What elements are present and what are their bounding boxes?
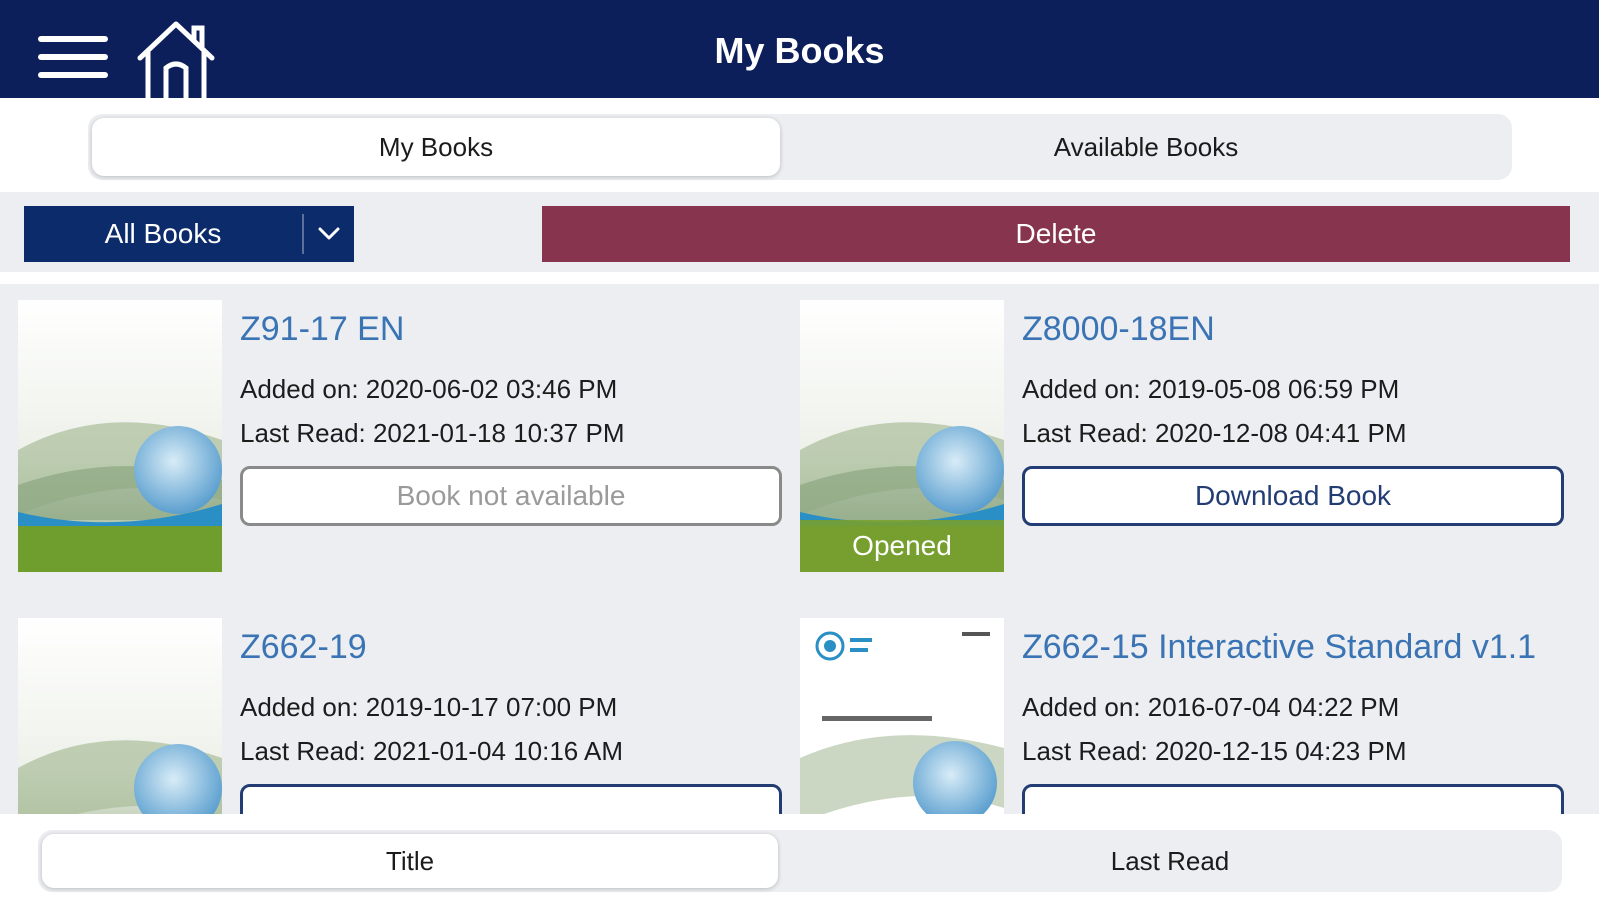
book-title-link[interactable]: Z8000-18EN <box>1022 310 1215 349</box>
opened-badge: Opened <box>800 520 1004 572</box>
library-tab-bar: My Books Available Books <box>0 98 1599 192</box>
book-added-date: Added on: 2016-07-04 04:22 PM <box>1022 692 1400 722</box>
book-item: Opened Z8000-18EN Added on: 2019-05-08 0… <box>800 284 1590 572</box>
sort-segmented-control: Title Last Read <box>38 830 1562 892</box>
app-header: My Books <box>0 0 1599 98</box>
book-added-date: Added on: 2019-10-17 07:00 PM <box>240 692 618 722</box>
book-item: Z662-19 Added on: 2019-10-17 07:00 PM La… <box>18 596 808 814</box>
book-title-link[interactable]: Z662-15 Interactive Standard v1.1 <box>1022 628 1536 667</box>
book-filter-dropdown[interactable]: All Books <box>24 206 354 262</box>
book-action-button[interactable] <box>240 784 782 814</box>
delete-button[interactable]: Delete <box>542 206 1570 262</box>
book-item: Z662-15 Interactive Standard v1.1 Added … <box>800 596 1590 814</box>
tab-available-books[interactable]: Available Books <box>784 118 1508 176</box>
segmented-control: My Books Available Books <box>88 114 1512 180</box>
book-item: Z91-17 EN Added on: 2020-06-02 03:46 PM … <box>18 284 808 572</box>
chevron-down-icon <box>304 206 354 262</box>
book-last-read: Last Read: 2020-12-08 04:41 PM <box>1022 418 1407 448</box>
book-list: Z91-17 EN Added on: 2020-06-02 03:46 PM … <box>0 284 1599 814</box>
action-bar: All Books Delete <box>0 192 1599 278</box>
book-title-link[interactable]: Z662-19 <box>240 628 367 667</box>
book-added-date: Added on: 2020-06-02 03:46 PM <box>240 374 618 404</box>
tab-my-books[interactable]: My Books <box>92 118 780 176</box>
sort-tab-title[interactable]: Title <box>42 834 778 888</box>
filter-selected-value: All Books <box>104 218 222 249</box>
download-book-button[interactable]: Download Book <box>1022 466 1564 526</box>
book-last-read: Last Read: 2020-12-15 04:23 PM <box>1022 736 1407 766</box>
sort-bar: Title Last Read <box>0 814 1599 900</box>
book-last-read: Last Read: 2021-01-18 10:37 PM <box>240 418 625 448</box>
book-added-date: Added on: 2019-05-08 06:59 PM <box>1022 374 1400 404</box>
book-last-read: Last Read: 2021-01-04 10:16 AM <box>240 736 624 766</box>
page-title: My Books <box>714 30 885 71</box>
book-cover[interactable] <box>800 618 1004 814</box>
book-action-button[interactable] <box>1022 784 1564 814</box>
book-cover[interactable] <box>18 618 222 814</box>
book-not-available-button: Book not available <box>240 466 782 526</box>
sort-tab-last-read[interactable]: Last Read <box>782 834 1558 888</box>
book-cover[interactable]: Opened <box>800 300 1004 572</box>
book-cover[interactable] <box>18 300 222 572</box>
book-title-link[interactable]: Z91-17 EN <box>240 310 404 349</box>
